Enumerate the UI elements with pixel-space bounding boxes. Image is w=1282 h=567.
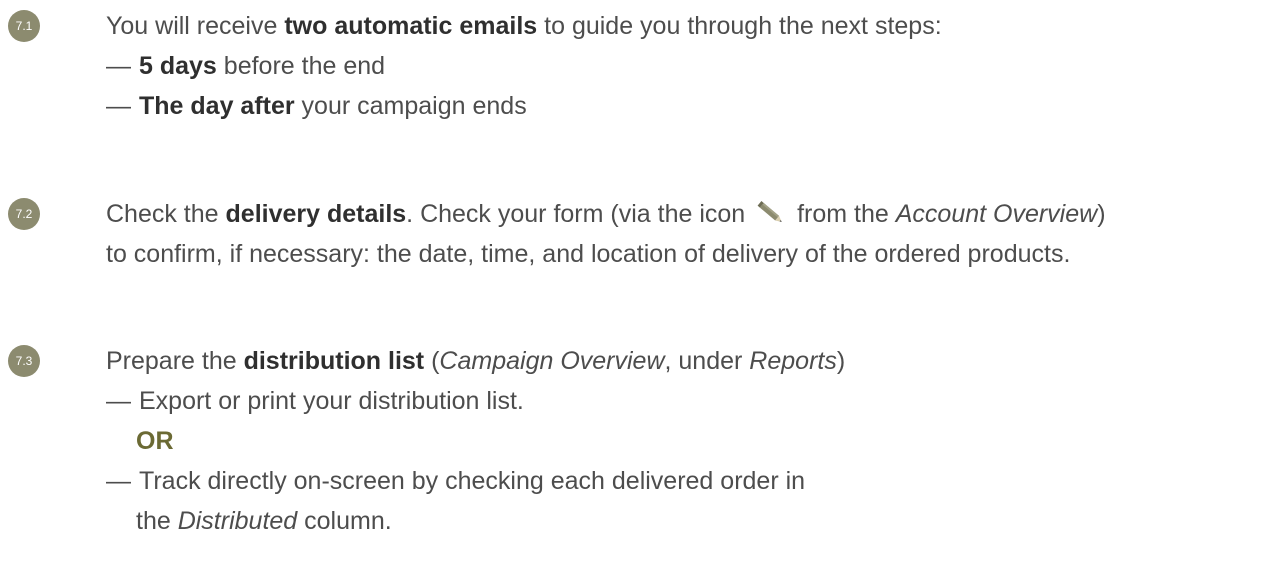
text-segment: your campaign ends [294, 92, 527, 120]
text-segment: ) [1097, 200, 1106, 228]
dash-marker: — [106, 52, 131, 80]
text-segment: to guide you through the next steps: [537, 12, 942, 40]
step-intro-line: You will receive two automatic emails to… [106, 6, 1282, 46]
text-segment: the [136, 507, 178, 535]
dash-marker: — [106, 92, 131, 120]
text-segment: , under [664, 347, 750, 375]
pencil-icon [756, 198, 786, 224]
step-intro-line: Check the delivery details. Check your f… [106, 194, 1282, 234]
text-segment: column. [297, 507, 392, 535]
text-segment: from the [790, 200, 896, 228]
bullet-item: — 5 days before the end [106, 46, 1282, 86]
emphasis-text: two automatic emails [284, 12, 538, 40]
text-segment: Check the [106, 200, 226, 228]
emphasis-text: The day after [139, 92, 295, 120]
step-text: You will receive two automatic emails to… [106, 6, 1282, 126]
italic-text: Distributed [177, 507, 298, 535]
italic-text: Campaign Overview [439, 347, 665, 375]
italic-text: Reports [749, 347, 837, 375]
bullet-item: — The day after your campaign ends [106, 86, 1282, 126]
text-segment: Track directly on-screen by checking eac… [139, 467, 806, 495]
text-segment: ) [836, 347, 846, 375]
emphasis-text: distribution list [243, 347, 425, 375]
text-segment: . Check your form (via the icon [406, 200, 753, 228]
italic-text: Account Overview [895, 200, 1098, 228]
step-number-badge: 7.2 [8, 198, 40, 230]
text-segment: ( [424, 347, 440, 375]
text-segment: before the end [216, 52, 386, 80]
emphasis-text: 5 days [139, 52, 217, 80]
emphasis-text: delivery details [225, 200, 407, 228]
dash-marker: — [106, 387, 131, 415]
step-intro-line: Prepare the distribution list (Campaign … [106, 341, 1282, 381]
bullet-item: — Export or print your distribution list. [106, 381, 1282, 421]
text-segment: Prepare the [106, 347, 244, 375]
text-segment: Export or print your distribution list. [139, 387, 524, 415]
bullet-continuation: the Distributed column. [106, 501, 1282, 541]
or-label: OR [136, 427, 174, 455]
step-text: Prepare the distribution list (Campaign … [106, 341, 1282, 541]
step-number-badge: 7.3 [8, 345, 40, 377]
text-segment: You will receive [106, 12, 285, 40]
step-text: Check the delivery details. Check your f… [106, 194, 1282, 274]
dash-marker: — [106, 467, 131, 495]
bullet-item: — Track directly on-screen by checking ea… [106, 461, 1282, 501]
step-number-badge: 7.1 [8, 10, 40, 42]
step-body-line: to confirm, if necessary: the date, time… [106, 240, 1071, 268]
